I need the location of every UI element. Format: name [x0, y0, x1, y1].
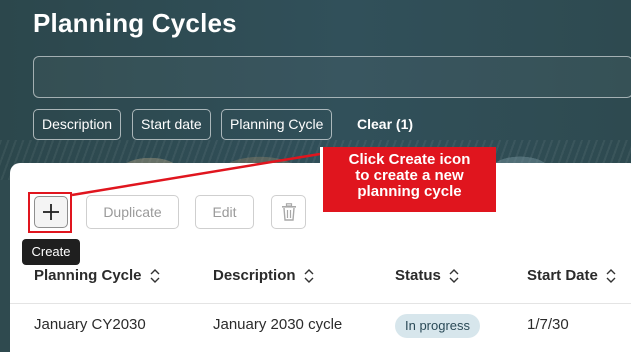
filter-chip-description[interactable]: Description [33, 109, 122, 140]
column-header-start-date[interactable]: Start Date [527, 267, 616, 284]
column-header-label: Planning Cycle [34, 267, 142, 284]
create-tooltip: Create [22, 239, 80, 265]
column-header-label: Start Date [527, 267, 598, 284]
plus-icon [43, 204, 59, 220]
instruction-callout: Click Create icon to create a new planni… [320, 147, 496, 212]
callout-line: planning cycle [357, 183, 462, 200]
column-header-description[interactable]: Description [213, 267, 314, 284]
sort-icon [304, 268, 314, 283]
callout-line: to create a new [355, 167, 464, 184]
sort-icon [606, 268, 616, 283]
column-header-label: Description [213, 267, 296, 284]
column-header-label: Status [395, 267, 441, 284]
filter-chip-planning-cycle[interactable]: Planning Cycle [221, 109, 333, 140]
create-button[interactable] [34, 196, 68, 228]
trash-icon [281, 203, 296, 221]
callout-line: Click Create icon [348, 151, 471, 168]
cell-description: January 2030 cycle [213, 316, 343, 333]
page-title: Planning Cycles [33, 8, 237, 38]
duplicate-button[interactable]: Duplicate [86, 195, 179, 229]
filter-chip-start-date[interactable]: Start date [132, 109, 211, 140]
search-input[interactable] [33, 56, 631, 98]
status-badge: In progress [395, 314, 481, 338]
cell-planning-cycle[interactable]: January CY2030 [34, 316, 146, 333]
clear-filters-link[interactable]: Clear (1) [357, 109, 413, 140]
edit-button[interactable]: Edit [195, 195, 254, 229]
sort-icon [449, 268, 459, 283]
delete-button[interactable] [271, 195, 306, 229]
cell-start-date: 1/7/30 [527, 316, 569, 333]
column-header-planning-cycle[interactable]: Planning Cycle [34, 267, 160, 284]
column-header-status[interactable]: Status [395, 267, 459, 284]
header-divider [10, 303, 631, 304]
sort-icon [150, 268, 160, 283]
page-header: Planning Cycles Description Start date P… [0, 0, 631, 180]
